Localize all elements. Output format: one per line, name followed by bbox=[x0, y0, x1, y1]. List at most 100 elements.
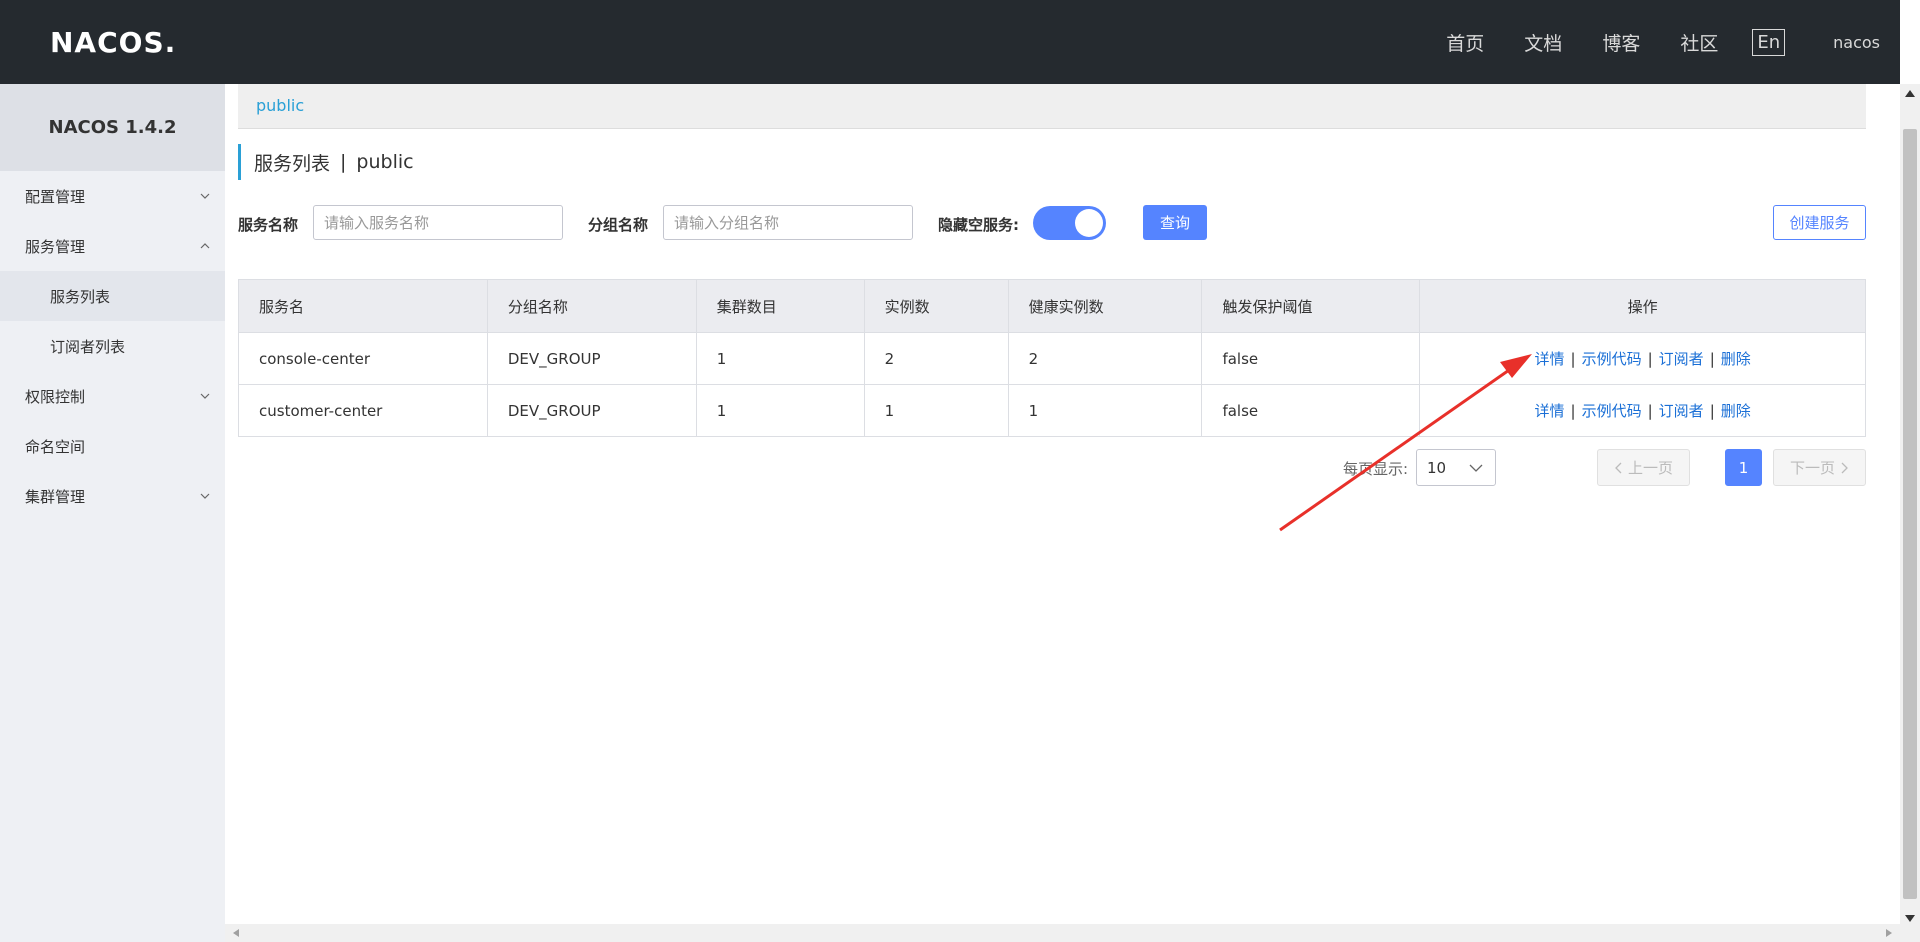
sample-code-link[interactable]: 示例代码 bbox=[1582, 402, 1642, 420]
language-toggle[interactable]: En bbox=[1752, 28, 1786, 56]
sidebar-version: NACOS 1.4.2 bbox=[0, 84, 225, 171]
col-healthy-count[interactable]: 健康实例数 bbox=[1008, 279, 1203, 333]
sidebar-item-service[interactable]: 服务管理 bbox=[0, 221, 225, 271]
prev-page-button[interactable]: 上一页 bbox=[1597, 449, 1690, 486]
namespace-bar: public bbox=[238, 84, 1866, 129]
sidebar-item-subscriber-list[interactable]: 订阅者列表 bbox=[0, 321, 225, 371]
page-title-text: 服务列表 bbox=[254, 152, 331, 175]
sidebar-item-auth[interactable]: 权限控制 bbox=[0, 371, 225, 421]
cell-service-name: customer-center bbox=[238, 384, 488, 437]
cell-instance-count: 1 bbox=[864, 384, 1009, 437]
action-separator: | bbox=[1709, 350, 1715, 368]
scrollbar-thumb[interactable] bbox=[1903, 129, 1917, 899]
sidebar-item-config[interactable]: 配置管理 bbox=[0, 171, 225, 221]
sidebar-item-label: 配置管理 bbox=[25, 187, 86, 206]
subscribers-link[interactable]: 订阅者 bbox=[1659, 350, 1704, 368]
query-button[interactable]: 查询 bbox=[1143, 205, 1207, 240]
nav-community[interactable]: 社区 bbox=[1680, 29, 1718, 56]
detail-link[interactable]: 详情 bbox=[1535, 350, 1565, 368]
sidebar-item-label: 订阅者列表 bbox=[50, 337, 126, 356]
sidebar-item-service-list[interactable]: 服务列表 bbox=[0, 271, 225, 321]
create-service-button[interactable]: 创建服务 bbox=[1773, 205, 1866, 240]
col-instance-count[interactable]: 实例数 bbox=[864, 279, 1009, 333]
next-page-label: 下一页 bbox=[1789, 459, 1835, 477]
nav-blog[interactable]: 博客 bbox=[1602, 29, 1640, 56]
cell-protect-threshold: false bbox=[1201, 332, 1421, 385]
pagination: 每页显示: 10 上一页 1 下一页 bbox=[1266, 449, 1866, 486]
cell-group-name: DEV_GROUP bbox=[487, 384, 697, 437]
action-separator: | bbox=[1647, 402, 1653, 420]
service-name-label: 服务名称 bbox=[238, 216, 299, 234]
chevron-down-icon bbox=[1469, 464, 1483, 472]
table-row: customer-center DEV_GROUP 1 1 1 false 详情… bbox=[238, 384, 1866, 437]
sidebar: NACOS 1.4.2 配置管理 服务管理 服务列表 订阅者列表 权限控制 命名… bbox=[0, 84, 225, 942]
nav-home[interactable]: 首页 bbox=[1446, 29, 1484, 56]
chevron-left-icon bbox=[1615, 462, 1622, 473]
page-title-namespace: public bbox=[356, 151, 414, 173]
user-name[interactable]: nacos bbox=[1833, 33, 1880, 52]
action-separator: | bbox=[1709, 402, 1715, 420]
sample-code-link[interactable]: 示例代码 bbox=[1582, 350, 1642, 368]
page-title: 服务列表 | public bbox=[238, 144, 414, 180]
top-nav: 首页 文档 博客 社区 En nacos bbox=[1446, 0, 1900, 84]
col-service-name[interactable]: 服务名 bbox=[238, 279, 488, 333]
col-operations: 操作 bbox=[1419, 279, 1866, 333]
action-separator: | bbox=[1647, 350, 1653, 368]
chevron-down-icon bbox=[200, 393, 210, 399]
cell-operations: 详情 | 示例代码 | 订阅者 | 删除 bbox=[1419, 384, 1866, 437]
table-row: console-center DEV_GROUP 1 2 2 false 详情 |… bbox=[238, 332, 1866, 385]
subscribers-link[interactable]: 订阅者 bbox=[1659, 402, 1704, 420]
chevron-up-icon bbox=[200, 243, 210, 249]
sidebar-item-label: 命名空间 bbox=[25, 437, 86, 456]
chevron-right-icon bbox=[1841, 462, 1848, 473]
table-header-row: 服务名 分组名称 集群数目 实例数 健康实例数 触发保护阈值 操作 bbox=[238, 279, 1866, 333]
col-group-name[interactable]: 分组名称 bbox=[487, 279, 697, 333]
col-cluster-count[interactable]: 集群数目 bbox=[696, 279, 865, 333]
cell-healthy-count: 1 bbox=[1008, 384, 1203, 437]
sidebar-item-namespace[interactable]: 命名空间 bbox=[0, 421, 225, 471]
service-table: 服务名 分组名称 集群数目 实例数 健康实例数 触发保护阈值 操作 consol… bbox=[238, 279, 1866, 437]
scroll-right-icon[interactable] bbox=[1886, 929, 1892, 937]
sidebar-item-cluster[interactable]: 集群管理 bbox=[0, 471, 225, 521]
chevron-down-icon bbox=[200, 193, 210, 199]
group-name-input[interactable] bbox=[663, 205, 913, 240]
scroll-down-icon[interactable] bbox=[1905, 915, 1915, 922]
hide-empty-label: 隐藏空服务: bbox=[938, 216, 1019, 234]
scroll-up-icon[interactable] bbox=[1905, 90, 1915, 97]
next-page-button[interactable]: 下一页 bbox=[1773, 449, 1866, 486]
top-bar: NACOS. 首页 文档 博客 社区 En nacos bbox=[0, 0, 1900, 84]
cell-instance-count: 2 bbox=[864, 332, 1009, 385]
scroll-left-icon[interactable] bbox=[233, 929, 239, 937]
page-number-button[interactable]: 1 bbox=[1725, 449, 1762, 486]
cell-cluster-count: 1 bbox=[696, 384, 865, 437]
delete-link[interactable]: 删除 bbox=[1721, 402, 1751, 420]
namespace-link-public[interactable]: public bbox=[256, 96, 304, 115]
sidebar-item-label: 服务列表 bbox=[50, 287, 111, 306]
scrollbar-corner bbox=[1900, 924, 1920, 942]
cell-group-name: DEV_GROUP bbox=[487, 332, 697, 385]
logo-text: NACOS. bbox=[50, 25, 177, 59]
cell-cluster-count: 1 bbox=[696, 332, 865, 385]
hide-empty-toggle[interactable] bbox=[1033, 206, 1106, 240]
nav-docs[interactable]: 文档 bbox=[1524, 29, 1562, 56]
cell-operations: 详情 | 示例代码 | 订阅者 | 删除 bbox=[1419, 332, 1866, 385]
chevron-down-icon bbox=[200, 493, 210, 499]
group-name-label: 分组名称 bbox=[588, 216, 649, 234]
sidebar-item-label: 集群管理 bbox=[25, 487, 86, 506]
filter-bar: 服务名称 分组名称 隐藏空服务: 查询 创建服务 bbox=[238, 205, 1866, 241]
service-name-input[interactable] bbox=[313, 205, 563, 240]
delete-link[interactable]: 删除 bbox=[1721, 350, 1751, 368]
cell-protect-threshold: false bbox=[1201, 384, 1421, 437]
page-size-label: 每页显示: bbox=[1342, 460, 1408, 478]
vertical-scrollbar[interactable] bbox=[1900, 84, 1920, 926]
col-protect-threshold[interactable]: 触发保护阈值 bbox=[1201, 279, 1421, 333]
page-size-value: 10 bbox=[1427, 458, 1447, 477]
cell-healthy-count: 2 bbox=[1008, 332, 1203, 385]
toggle-knob bbox=[1075, 209, 1103, 237]
detail-link[interactable]: 详情 bbox=[1535, 402, 1565, 420]
cell-service-name: console-center bbox=[238, 332, 488, 385]
sidebar-item-label: 权限控制 bbox=[25, 387, 86, 406]
horizontal-scrollbar[interactable] bbox=[225, 924, 1900, 942]
page-size-select[interactable]: 10 bbox=[1416, 449, 1496, 486]
nacos-logo[interactable]: NACOS. bbox=[50, 24, 176, 60]
